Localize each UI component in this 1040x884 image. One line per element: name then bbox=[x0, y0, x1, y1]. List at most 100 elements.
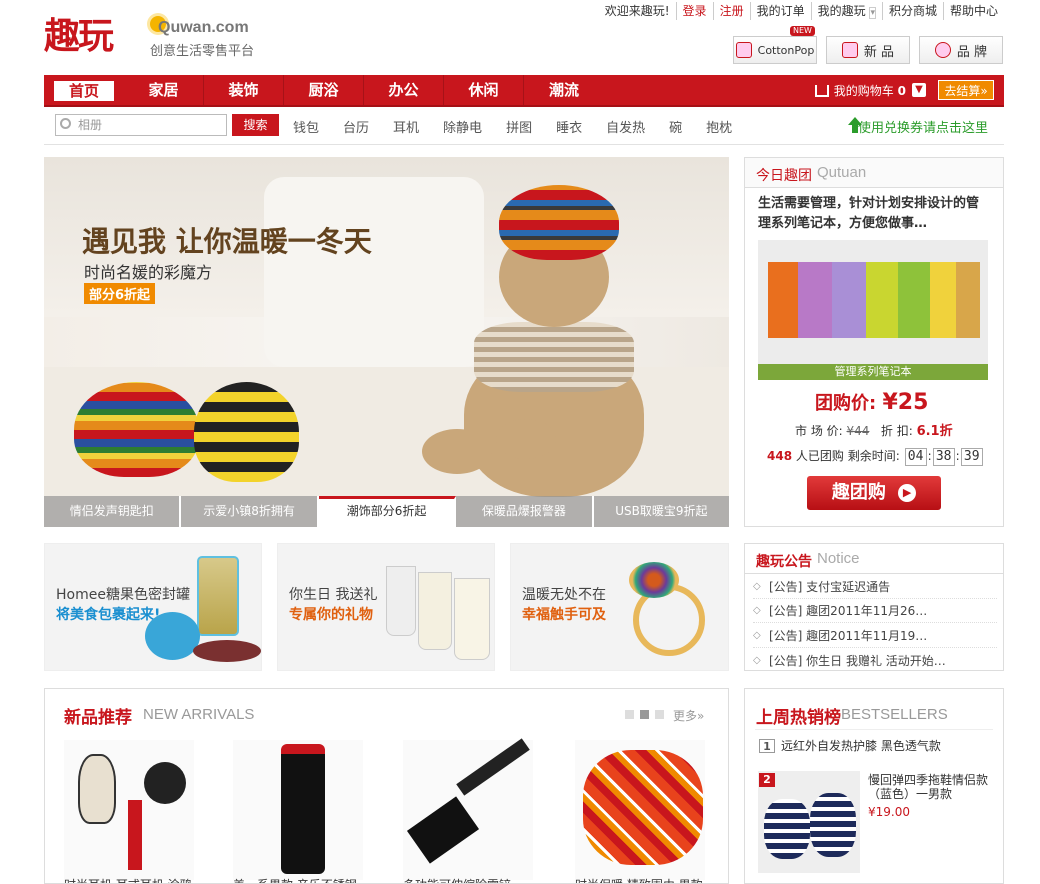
cottonpop-icon bbox=[735, 42, 752, 58]
notebook-image bbox=[930, 262, 958, 338]
bestsellers-section: 上周热销榜 BESTSELLERS 1 远红外自发热护膝 黑色透气款 2 慢回弹… bbox=[744, 688, 1004, 884]
group-buy-header: 今日趣团 Qutuan bbox=[745, 158, 1003, 188]
help-center-link[interactable]: 帮助中心 bbox=[942, 2, 1004, 20]
banner-thumb-active[interactable]: 潮饰部分6折起 bbox=[318, 496, 457, 527]
hotword-link[interactable]: 睡衣 bbox=[556, 117, 582, 136]
beans-image bbox=[193, 640, 261, 662]
bestsellers-title: 上周热销榜 bbox=[756, 708, 841, 728]
slipper-image-part bbox=[810, 793, 856, 857]
divider bbox=[755, 729, 993, 730]
login-link[interactable]: 登录 bbox=[675, 2, 713, 20]
promo-line1: 你生日 我送礼 bbox=[289, 587, 378, 603]
banner-thumb[interactable]: 保暖品爆报警器 bbox=[456, 496, 594, 527]
checkout-button[interactable]: 去结算» bbox=[938, 80, 994, 100]
bestseller-price: ¥19.00 bbox=[868, 805, 910, 819]
search-button[interactable]: 搜索 bbox=[232, 114, 279, 136]
divider bbox=[44, 144, 1004, 145]
product-image[interactable] bbox=[64, 740, 194, 880]
product-image[interactable] bbox=[575, 740, 705, 880]
cart-icon bbox=[814, 84, 829, 97]
promo-card[interactable]: Homee糖果色密封罐 将美食包裹起来! bbox=[44, 543, 262, 671]
banner-carousel[interactable]: 遇见我 让你温暖一冬天 时尚名媛的彩魔方 部分6折起 bbox=[44, 157, 729, 527]
more-label: 更多 bbox=[673, 709, 698, 723]
pager-dot-active[interactable] bbox=[640, 710, 649, 719]
discount-label: 折 扣: bbox=[880, 424, 913, 438]
notice-header: 趣玩公告 Notice bbox=[745, 544, 1003, 574]
group-buy-title: 今日趣团 bbox=[756, 168, 812, 184]
thermos-image bbox=[281, 744, 325, 874]
bestseller-item[interactable]: 远红外自发热护膝 黑色透气款 bbox=[781, 737, 941, 754]
chevron-right-icon: » bbox=[697, 709, 705, 723]
nav-decoration[interactable]: 装饰 bbox=[204, 75, 284, 105]
product-image[interactable] bbox=[233, 740, 363, 880]
product-name[interactable]: 时尚保暖 精致围巾 男款 bbox=[575, 876, 705, 883]
notice-item[interactable]: [公告] 趣团2011年11月19… bbox=[753, 624, 997, 648]
product-name[interactable]: 时尚耳机 耳式耳机 涂鸦 bbox=[64, 876, 194, 883]
banner-thumb[interactable]: 示爱小镇8折拥有 bbox=[181, 496, 319, 527]
notice-item[interactable]: [公告] 支付宝延迟通告 bbox=[753, 575, 997, 599]
price-label: 团购价: bbox=[815, 393, 877, 414]
chevron-down-icon: ▾ bbox=[869, 7, 876, 19]
teddy-sweater bbox=[474, 322, 634, 392]
group-buy-image[interactable] bbox=[758, 240, 988, 380]
banner-thumb[interactable]: USB取暖宝9折起 bbox=[593, 496, 730, 527]
nav-leisure[interactable]: 休闲 bbox=[444, 75, 524, 105]
main-nav: 首页 家居 装饰 厨浴 办公 休闲 潮流 我的购物车 0 ▼ 去结算» bbox=[44, 75, 1004, 107]
scraper-image bbox=[406, 796, 480, 864]
pager-dot[interactable] bbox=[625, 710, 634, 719]
product-name[interactable]: 多功能可伸缩除雪铲 bbox=[403, 876, 533, 883]
search-input[interactable]: 相册 bbox=[55, 114, 227, 136]
hotword-link[interactable]: 台历 bbox=[343, 117, 369, 136]
hotword-link[interactable]: 耳机 bbox=[393, 117, 419, 136]
promo-card[interactable]: 你生日 我送礼 专属你的礼物 bbox=[277, 543, 495, 671]
more-link[interactable]: 更多» bbox=[673, 707, 704, 724]
hotword-link[interactable]: 自发热 bbox=[606, 117, 645, 136]
my-orders-link[interactable]: 我的订单 bbox=[749, 2, 811, 20]
pager-dot[interactable] bbox=[655, 710, 664, 719]
nav-home-living[interactable]: 家居 bbox=[124, 75, 204, 105]
hotword-link[interactable]: 钱包 bbox=[293, 117, 319, 136]
pillow-shape bbox=[264, 177, 484, 367]
banner-thumb[interactable]: 情侣发声钥匙扣 bbox=[44, 496, 182, 527]
brand-icon bbox=[934, 42, 951, 58]
hotword-link[interactable]: 除静电 bbox=[443, 117, 482, 136]
timer-minutes: 38 bbox=[932, 448, 955, 466]
promo-card[interactable]: 温暖无处不在 幸福触手可及 bbox=[510, 543, 729, 671]
bestseller-name[interactable]: 慢回弹四季拖鞋情侣款（蓝色）一男款 bbox=[868, 773, 992, 801]
points-mall-link[interactable]: 积分商城 bbox=[881, 2, 943, 20]
brand-button[interactable]: 品 牌 bbox=[919, 36, 1003, 64]
jar-image bbox=[197, 556, 239, 636]
register-link[interactable]: 注册 bbox=[712, 2, 750, 20]
cottonpop-button[interactable]: CottonPop bbox=[733, 36, 817, 64]
nav-trend[interactable]: 潮流 bbox=[524, 75, 604, 105]
group-buy-description[interactable]: 生活需要管理，针对计划安排设计的管理系列笔记本，方便您做事… bbox=[758, 194, 990, 234]
logo[interactable]: 趣玩 bbox=[44, 14, 144, 58]
market-price-row: 市 场 价: ¥44 折 扣: 6.1折 bbox=[795, 420, 953, 439]
banner-title: 遇见我 让你温暖一冬天 bbox=[82, 225, 372, 258]
slogan: 创意生活零售平台 bbox=[150, 44, 255, 59]
nav-kitchen-bath[interactable]: 厨浴 bbox=[284, 75, 364, 105]
rainbow-hat bbox=[74, 382, 199, 477]
jar-lid-image bbox=[145, 612, 200, 660]
coupon-link[interactable]: 使用兑换券请点击这里 bbox=[858, 117, 988, 136]
cart-link[interactable]: 我的购物车 0 bbox=[814, 82, 906, 99]
hotword-link[interactable]: 碗 bbox=[669, 117, 682, 136]
nav-office[interactable]: 办公 bbox=[364, 75, 444, 105]
rank-badge: 2 bbox=[759, 773, 775, 787]
new-products-button[interactable]: 新 品 bbox=[826, 36, 910, 64]
hotword-link[interactable]: 抱枕 bbox=[706, 117, 732, 136]
cart-count: 0 bbox=[897, 83, 906, 98]
promo-line2: 专属你的礼物 bbox=[289, 607, 373, 623]
rank-badge: 1 bbox=[759, 739, 775, 753]
notice-item[interactable]: [公告] 你生日 我赠礼 活动开始… bbox=[753, 649, 997, 673]
product-image[interactable] bbox=[403, 738, 533, 880]
group-buy-button[interactable]: 趣团购 ▶ bbox=[807, 476, 941, 510]
group-buy-box: 今日趣团 Qutuan 生活需要管理，针对计划安排设计的管理系列笔记本，方便您做… bbox=[744, 157, 1004, 527]
notice-item[interactable]: [公告] 趣团2011年11月26… bbox=[753, 599, 997, 623]
hotword-link[interactable]: 拼图 bbox=[506, 117, 532, 136]
my-quwan-link[interactable]: 我的趣玩 ▾ bbox=[810, 2, 882, 20]
nav-home[interactable]: 首页 bbox=[54, 81, 114, 101]
product-name[interactable]: 美一系男款 音乐不锈钢保温杯 bbox=[233, 876, 363, 883]
promo-line2: 将美食包裹起来! bbox=[56, 607, 161, 623]
chevron-down-icon[interactable]: ▼ bbox=[912, 83, 926, 97]
